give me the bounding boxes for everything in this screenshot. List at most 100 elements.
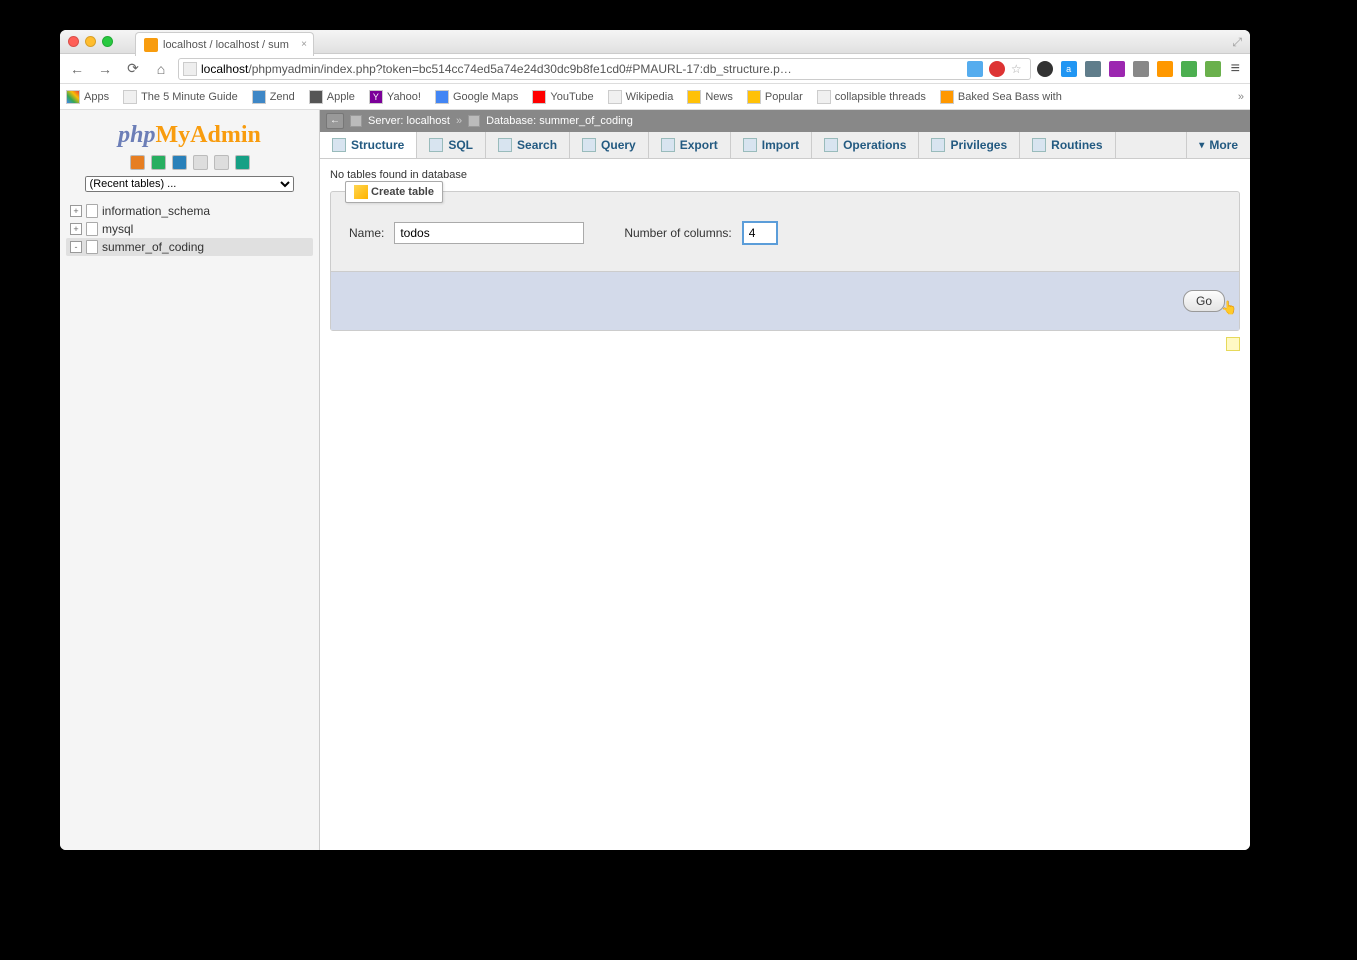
bookmark-item[interactable]: Y Yahoo! [369,90,421,104]
breadcrumb-database[interactable]: Database: summer_of_coding [486,115,633,127]
bookmark-item[interactable]: collapsible threads [817,90,926,104]
minimize-window-icon[interactable] [85,36,96,47]
bookmark-item[interactable]: Baked Sea Bass with [940,90,1062,104]
url-path: /phpmyadmin/index.php?token=bc514cc74ed5… [248,62,791,76]
forward-button[interactable]: → [94,58,116,80]
tab-label: SQL [448,138,473,152]
search-icon [498,138,512,152]
structure-icon [332,138,346,152]
extension-icon[interactable] [1181,61,1197,77]
tabs: Structure SQL Search Query Export Import… [320,132,1250,159]
tab-label: Import [762,138,799,152]
routines-icon [1032,138,1046,152]
browser-tab[interactable]: localhost / localhost / sum × [135,32,314,56]
extension-icon[interactable] [1109,61,1125,77]
sticky-note-icon[interactable] [1226,337,1240,351]
fullscreen-icon[interactable]: ⤢ [1232,35,1242,50]
home-button[interactable]: ⌂ [150,58,172,80]
columns-count-input[interactable] [742,221,778,245]
query-icon[interactable] [172,155,187,170]
tree-item-information-schema[interactable]: + information_schema [66,202,313,220]
bookmark-item[interactable]: Wikipedia [608,90,674,104]
bookmark-item[interactable]: Google Maps [435,90,518,104]
extension-icon[interactable] [1085,61,1101,77]
bookmark-item[interactable]: The 5 Minute Guide [123,90,238,104]
bookmark-label: Popular [765,91,803,103]
sidebar: phpMyAdmin (Recent tables) ... + inf [60,110,320,850]
bookmarks-overflow-icon[interactable]: » [1238,91,1244,103]
tab-import[interactable]: Import [731,132,812,158]
expand-icon[interactable]: + [70,223,82,235]
breadcrumb-server[interactable]: Server: localhost [368,115,450,127]
phpmyadmin-logo[interactable]: phpMyAdmin [66,122,313,149]
bookmark-item[interactable]: YouTube [532,90,593,104]
tab-label: Query [601,138,636,152]
tab-label: Routines [1051,138,1102,152]
close-window-icon[interactable] [68,36,79,47]
page-icon [183,62,197,76]
bookmark-label: News [705,91,733,103]
name-label: Name: [349,226,384,240]
chrome-menu-icon[interactable]: ≡ [1227,60,1244,78]
maximize-window-icon[interactable] [102,36,113,47]
window-titlebar: localhost / localhost / sum × ⤢ [60,30,1250,54]
evernote-icon[interactable] [1205,61,1221,77]
tab-label: Privileges [950,138,1007,152]
bookmark-label: Apps [84,91,109,103]
tab-operations[interactable]: Operations [812,132,919,158]
expand-icon[interactable]: + [70,205,82,217]
favicon-icon [608,90,622,104]
tab-more[interactable]: More [1186,132,1250,158]
bookmark-label: Yahoo! [387,91,421,103]
extension-icon[interactable]: a [1061,61,1077,77]
tab-sql[interactable]: SQL [417,132,486,158]
docs-icon[interactable] [193,155,208,170]
bookmark-item[interactable]: News [687,90,733,104]
settings-icon[interactable] [214,155,229,170]
bookmark-item[interactable]: Apple [309,90,355,104]
favicon-icon: Y [369,90,383,104]
tab-label: Operations [843,138,906,152]
bookmark-item[interactable]: Zend [252,90,295,104]
go-button[interactable]: Go [1183,290,1225,312]
tree-item-mysql[interactable]: + mysql [66,220,313,238]
extension-icon[interactable] [1133,61,1149,77]
home-icon[interactable] [130,155,145,170]
tab-search[interactable]: Search [486,132,570,158]
breadcrumb-separator: » [456,115,462,127]
tab-label: Search [517,138,557,152]
create-table-panel: Create table Name: Number of columns: Go… [330,191,1240,331]
database-icon [86,222,98,236]
extension-icon[interactable] [1037,61,1053,77]
logout-icon[interactable] [151,155,166,170]
reload-button[interactable]: ⟳ [122,58,144,80]
recent-tables-select[interactable]: (Recent tables) ... [85,176,295,192]
breadcrumb-back-button[interactable]: ← [326,113,344,129]
tree-item-label: information_schema [102,204,210,218]
reload-icon[interactable] [235,155,250,170]
bookmark-apps[interactable]: Apps [66,90,109,104]
breadcrumb: ← Server: localhost » Database: summer_o… [320,110,1250,132]
sql-icon [429,138,443,152]
adblock-icon[interactable] [989,61,1005,77]
tab-export[interactable]: Export [649,132,731,158]
favicon-icon [687,90,701,104]
tab-favicon [144,38,158,52]
twitter-icon[interactable] [967,61,983,77]
tab-privileges[interactable]: Privileges [919,132,1020,158]
tab-structure[interactable]: Structure [320,132,417,158]
table-name-input[interactable] [394,222,584,244]
extension-icon[interactable] [1157,61,1173,77]
bookmark-star-icon[interactable]: ☆ [1011,62,1022,76]
tab-label: Structure [351,138,404,152]
query-icon [582,138,596,152]
tab-query[interactable]: Query [570,132,649,158]
tree-item-summer-of-coding[interactable]: - summer_of_coding [66,238,313,256]
bookmark-item[interactable]: Popular [747,90,803,104]
tab-routines[interactable]: Routines [1020,132,1115,158]
back-button[interactable]: ← [66,58,88,80]
bookmark-label: Apple [327,91,355,103]
collapse-icon[interactable]: - [70,241,82,253]
close-tab-icon[interactable]: × [301,39,307,50]
address-bar[interactable]: localhost /phpmyadmin/index.php?token=bc… [178,58,1031,80]
